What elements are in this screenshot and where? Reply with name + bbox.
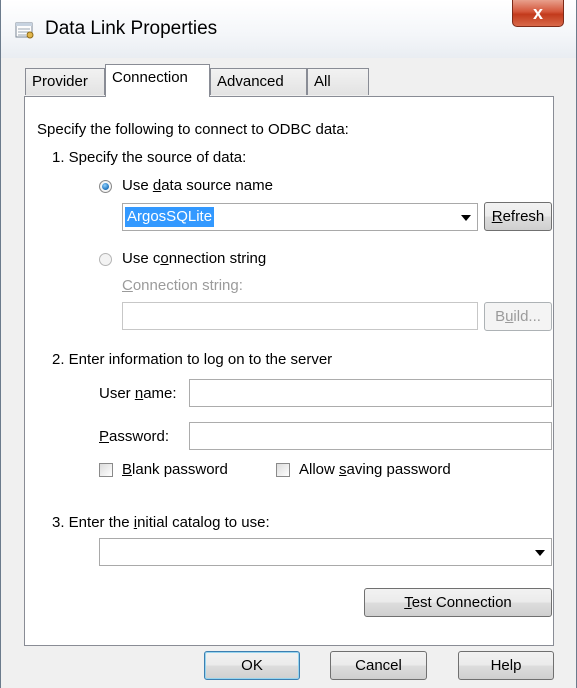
build-button[interactable]: Build... xyxy=(484,302,552,331)
password-input[interactable] xyxy=(189,422,552,450)
blank-password-checkbox[interactable] xyxy=(99,463,113,477)
tab-advanced-label: Advanced xyxy=(217,73,284,90)
test-connection-button[interactable]: Test Connection xyxy=(364,588,552,617)
data-link-icon xyxy=(15,22,34,39)
close-icon: x xyxy=(532,3,543,23)
step1-heading: 1. Specify the source of data: xyxy=(52,149,247,166)
dropdown-arrow-icon[interactable] xyxy=(535,550,545,556)
step2-heading: 2. Enter information to log on to the se… xyxy=(52,351,333,368)
refresh-button[interactable]: Refresh xyxy=(484,202,552,231)
cancel-button[interactable]: Cancel xyxy=(330,651,427,680)
ok-button[interactable]: OK xyxy=(204,651,300,680)
password-label: Password: xyxy=(99,428,170,445)
blank-password-label[interactable]: Blank password xyxy=(122,461,228,478)
username-input[interactable] xyxy=(189,379,552,407)
use-dsn-label[interactable]: Use data source name xyxy=(122,177,273,194)
use-connection-string-label[interactable]: Use connection string xyxy=(122,250,266,267)
window-title: Data Link Properties xyxy=(45,18,218,39)
allow-saving-password-label[interactable]: Allow saving password xyxy=(299,461,451,478)
tab-advanced[interactable]: Advanced xyxy=(210,68,307,95)
dsn-combobox[interactable]: ArgosSQLite xyxy=(122,203,478,231)
initial-catalog-combobox[interactable] xyxy=(99,538,552,566)
intro-text: Specify the following to connect to ODBC… xyxy=(37,121,349,138)
tab-connection-label: Connection xyxy=(112,69,188,86)
tab-all-label: All xyxy=(314,73,331,90)
step3-heading: 3. Enter the initial catalog to use: xyxy=(52,514,270,531)
connection-panel: Specify the following to connect to ODBC… xyxy=(24,96,554,646)
tab-provider[interactable]: Provider xyxy=(25,68,105,95)
username-label: User name: xyxy=(99,385,177,402)
close-button[interactable]: x xyxy=(512,0,564,27)
data-link-properties-dialog: Data Link Properties x Provider Connecti… xyxy=(0,0,577,688)
dropdown-arrow-icon[interactable] xyxy=(461,215,471,221)
tab-connection[interactable]: Connection xyxy=(105,64,210,97)
help-button[interactable]: Help xyxy=(458,651,554,680)
use-dsn-radio[interactable] xyxy=(99,180,112,193)
connection-string-label: Connection string: xyxy=(122,277,243,294)
dsn-selected-value: ArgosSQLite xyxy=(125,207,215,227)
allow-saving-password-checkbox[interactable] xyxy=(276,463,290,477)
use-connection-string-radio[interactable] xyxy=(99,253,112,266)
tab-all[interactable]: All xyxy=(307,68,369,95)
connection-string-input[interactable] xyxy=(122,302,478,330)
tab-provider-label: Provider xyxy=(32,73,88,90)
title-bar[interactable]: Data Link Properties x xyxy=(1,0,576,58)
